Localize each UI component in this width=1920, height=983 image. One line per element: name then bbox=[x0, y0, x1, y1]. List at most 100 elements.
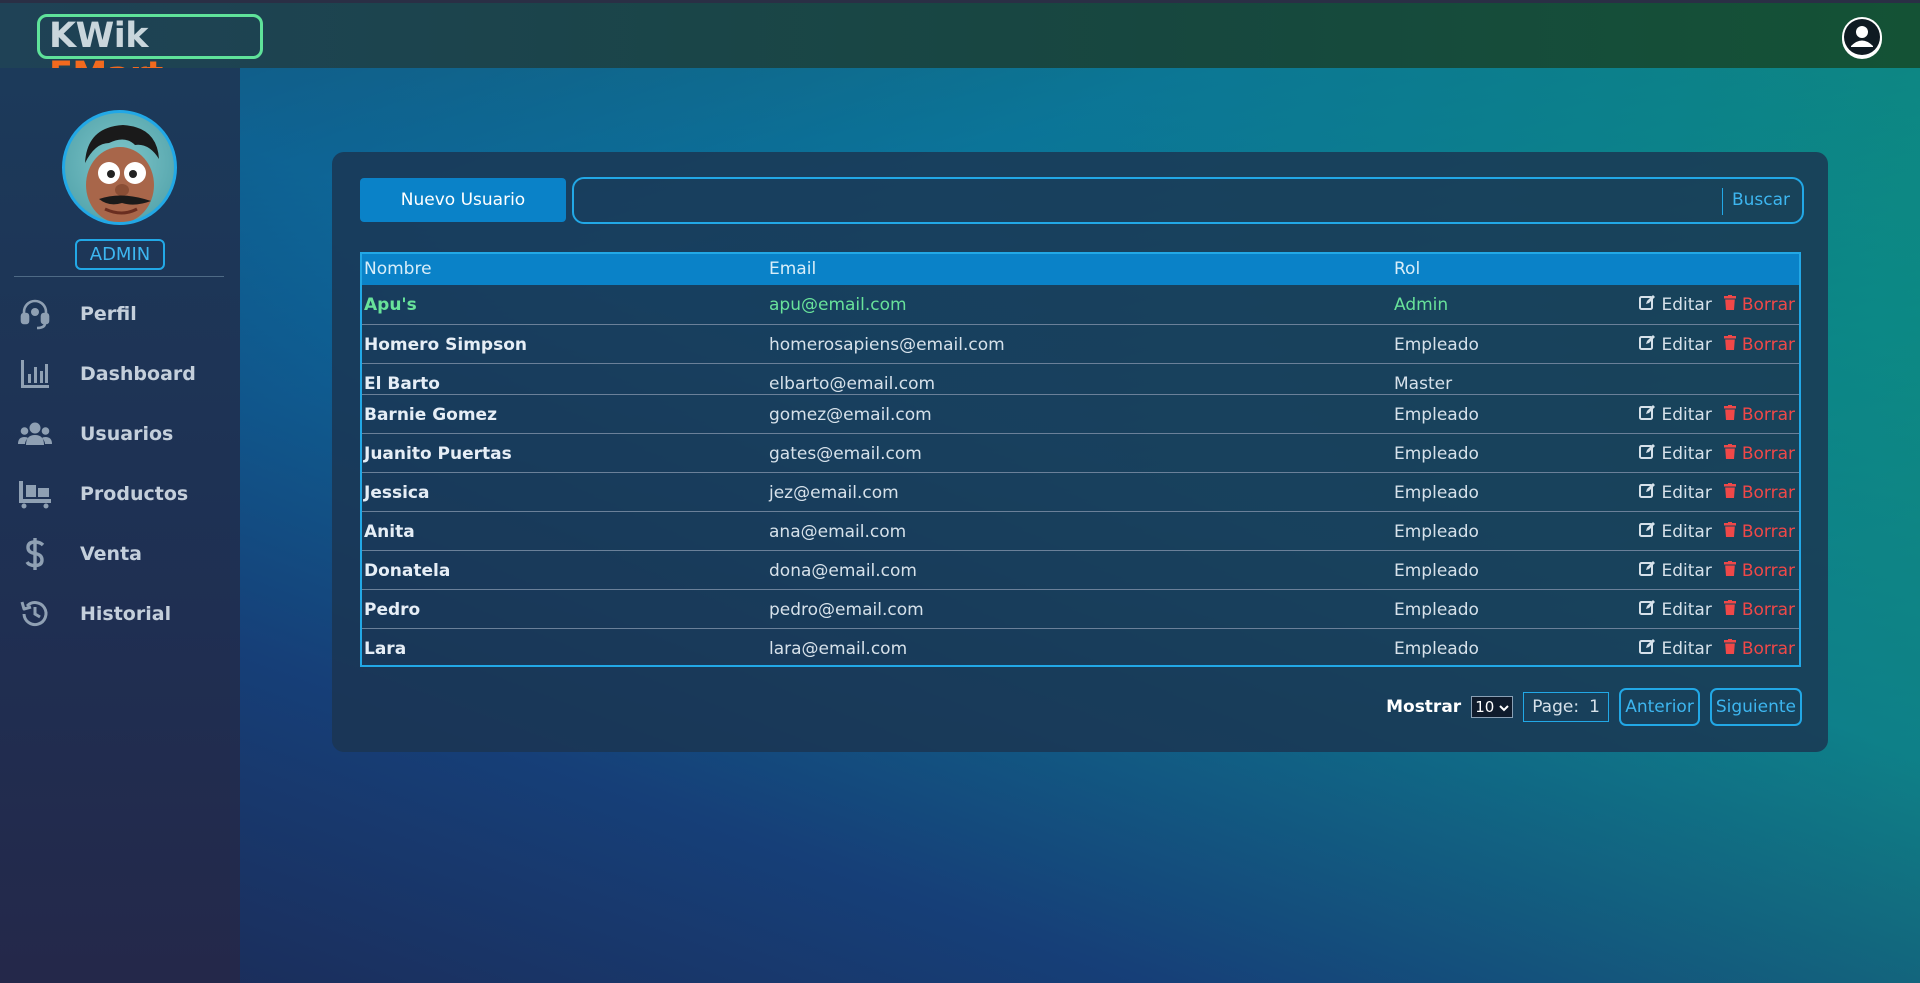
edit-button[interactable]: Editar bbox=[1638, 521, 1712, 543]
delete-label: Borrar bbox=[1741, 483, 1795, 503]
edit-icon bbox=[1638, 443, 1656, 465]
table-row[interactable]: El Barto elbarto@email.com Master bbox=[362, 363, 1799, 394]
table-row[interactable]: Juanito Puertas gates@email.com Empleado Ed… bbox=[362, 433, 1799, 472]
cell-nombre: Homero Simpson bbox=[364, 335, 527, 355]
headset-icon bbox=[18, 297, 52, 331]
cell-nombre: El Barto bbox=[364, 374, 440, 394]
delete-button[interactable]: Borrar bbox=[1723, 639, 1795, 659]
delete-button[interactable]: Borrar bbox=[1723, 335, 1795, 355]
column-header-rol[interactable]: Rol bbox=[1394, 259, 1420, 279]
edit-icon bbox=[1638, 521, 1656, 543]
delete-label: Borrar bbox=[1741, 561, 1795, 581]
edit-label: Editar bbox=[1661, 295, 1712, 315]
edit-icon bbox=[1638, 404, 1656, 426]
column-header-nombre[interactable]: Nombre bbox=[364, 259, 432, 279]
dollar-icon bbox=[18, 537, 52, 571]
search-bar: Buscar bbox=[572, 177, 1804, 224]
search-button[interactable]: Buscar bbox=[1732, 179, 1790, 222]
table-row[interactable]: Anita ana@email.com Empleado Editar Borrar bbox=[362, 511, 1799, 550]
pagination: Mostrar 10 Page: 1 Anterior Siguiente bbox=[1386, 688, 1802, 726]
cell-nombre: Apu's bbox=[364, 295, 417, 315]
edit-button[interactable]: Editar bbox=[1638, 599, 1712, 621]
table-header: Nombre Email Rol bbox=[362, 254, 1799, 285]
previous-page-button[interactable]: Anterior bbox=[1619, 688, 1700, 726]
row-actions: Editar Borrar bbox=[1638, 638, 1795, 660]
delete-label: Borrar bbox=[1741, 405, 1795, 425]
trash-icon bbox=[1723, 444, 1736, 464]
delete-label: Borrar bbox=[1741, 639, 1795, 659]
row-actions: Editar Borrar bbox=[1638, 599, 1795, 621]
edit-label: Editar bbox=[1661, 561, 1712, 581]
table-row[interactable]: Apu's apu@email.com Admin Editar Borrar bbox=[362, 285, 1799, 324]
new-user-button[interactable]: Nuevo Usuario bbox=[360, 178, 566, 222]
trash-icon bbox=[1723, 295, 1736, 315]
table-row[interactable]: Pedro pedro@email.com Empleado Editar Borrar bbox=[362, 589, 1799, 628]
page-number: 1 bbox=[1589, 697, 1600, 717]
page-size-label: Mostrar bbox=[1386, 697, 1462, 717]
table-row[interactable]: Lara lara@email.com Empleado Editar Borrar bbox=[362, 628, 1799, 667]
delete-button[interactable]: Borrar bbox=[1723, 561, 1795, 581]
sidebar-item-label: Dashboard bbox=[80, 363, 196, 385]
edit-icon bbox=[1638, 638, 1656, 660]
table-row[interactable]: Barnie Gomez gomez@email.com Empleado Edita… bbox=[362, 394, 1799, 433]
sidebar-item-dashboard[interactable]: Dashboard bbox=[0, 354, 240, 394]
delete-button[interactable]: Borrar bbox=[1723, 405, 1795, 425]
delete-button[interactable]: Borrar bbox=[1723, 600, 1795, 620]
cell-rol: Empleado bbox=[1394, 639, 1479, 659]
edit-label: Editar bbox=[1661, 639, 1712, 659]
bar-chart-icon bbox=[18, 357, 52, 391]
edit-button[interactable]: Editar bbox=[1638, 404, 1712, 426]
history-icon bbox=[18, 597, 52, 631]
sidebar-item-label: Perfil bbox=[80, 303, 137, 325]
sidebar: ADMIN Perfil Dashboard Usuarios Producto… bbox=[0, 68, 240, 983]
cell-email: pedro@email.com bbox=[769, 600, 924, 620]
column-header-email[interactable]: Email bbox=[769, 259, 816, 279]
table-row[interactable]: Homero Simpson homerosapiens@email.com Emp… bbox=[362, 324, 1799, 363]
page-size-select[interactable]: 10 bbox=[1471, 696, 1514, 718]
sidebar-item-label: Historial bbox=[80, 603, 172, 625]
row-actions: Editar Borrar bbox=[1638, 560, 1795, 582]
trash-icon bbox=[1723, 335, 1736, 355]
row-actions: Editar Borrar bbox=[1638, 294, 1795, 316]
sidebar-item-venta[interactable]: Venta bbox=[0, 534, 240, 574]
table-row[interactable]: Jessica jez@email.com Empleado Editar Borrar bbox=[362, 472, 1799, 511]
table-row[interactable]: Donatela dona@email.com Empleado Editar Borr… bbox=[362, 550, 1799, 589]
edit-button[interactable]: Editar bbox=[1638, 482, 1712, 504]
cell-email: jez@email.com bbox=[769, 483, 899, 503]
delete-button[interactable]: Borrar bbox=[1723, 444, 1795, 464]
cell-rol: Empleado bbox=[1394, 444, 1479, 464]
cell-rol: Empleado bbox=[1394, 600, 1479, 620]
delete-button[interactable]: Borrar bbox=[1723, 522, 1795, 542]
trash-icon bbox=[1723, 483, 1736, 503]
cell-email: dona@email.com bbox=[769, 561, 917, 581]
delete-button[interactable]: Borrar bbox=[1723, 295, 1795, 315]
edit-button[interactable]: Editar bbox=[1638, 334, 1712, 356]
user-menu-button[interactable] bbox=[1842, 17, 1882, 59]
cell-email: lara@email.com bbox=[769, 639, 908, 659]
delete-button[interactable]: Borrar bbox=[1723, 483, 1795, 503]
edit-button[interactable]: Editar bbox=[1638, 560, 1712, 582]
users-panel: Nuevo Usuario Buscar Nombre Email Rol Ap… bbox=[332, 152, 1828, 752]
sidebar-item-historial[interactable]: Historial bbox=[0, 594, 240, 634]
edit-button[interactable]: Editar bbox=[1638, 638, 1712, 660]
next-page-button[interactable]: Siguiente bbox=[1709, 688, 1802, 726]
user-avatar[interactable] bbox=[62, 110, 177, 225]
sidebar-divider bbox=[14, 276, 224, 277]
sidebar-item-label: Usuarios bbox=[80, 423, 174, 445]
edit-label: Editar bbox=[1661, 335, 1712, 355]
trash-icon bbox=[1723, 522, 1736, 542]
sidebar-item-usuarios[interactable]: Usuarios bbox=[0, 414, 240, 454]
edit-label: Editar bbox=[1661, 600, 1712, 620]
delete-label: Borrar bbox=[1741, 522, 1795, 542]
top-bar: KWik EMart bbox=[0, 0, 1920, 95]
sidebar-item-productos[interactable]: Productos bbox=[0, 474, 240, 514]
edit-button[interactable]: Editar bbox=[1638, 294, 1712, 316]
cell-email: elbarto@email.com bbox=[769, 374, 936, 394]
search-input[interactable] bbox=[580, 183, 1710, 218]
sidebar-item-perfil[interactable]: Perfil bbox=[0, 294, 240, 334]
sidebar-item-label: Venta bbox=[80, 543, 142, 565]
role-badge: ADMIN bbox=[75, 239, 165, 270]
cell-nombre: Jessica bbox=[364, 483, 430, 503]
edit-button[interactable]: Editar bbox=[1638, 443, 1712, 465]
app-logo[interactable]: KWik EMart bbox=[37, 14, 263, 95]
